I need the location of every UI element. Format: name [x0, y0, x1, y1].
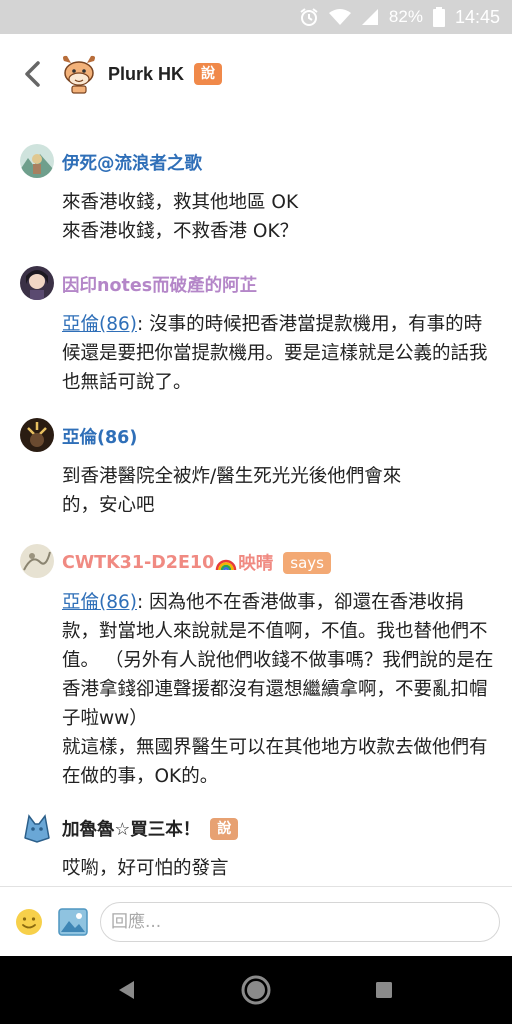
status-bar: 82% 14:45 [0, 0, 512, 34]
response-text: 哎喲，好可怕的發言 [62, 854, 498, 883]
system-nav-bar [0, 956, 512, 1024]
avatar[interactable] [20, 266, 54, 300]
qualifier-badge: 說 [194, 63, 223, 85]
avatar[interactable] [20, 144, 54, 178]
avatar[interactable] [20, 544, 54, 578]
mention-link[interactable]: 亞倫(86) [62, 592, 137, 613]
smiley-icon [16, 909, 42, 935]
clock: 14:45 [454, 6, 500, 27]
avatar[interactable] [20, 810, 54, 844]
responder-name[interactable]: 因印notes而破產的阿芷 [62, 272, 257, 297]
responder-name[interactable]: CWTK31-D2E10 映晴 says [62, 550, 331, 575]
battery-icon [432, 7, 445, 27]
response-line: 來香港收錢，不救香港 OK？ [62, 221, 299, 242]
responder-name[interactable]: 伊死@流浪者之歌 [62, 150, 202, 175]
plurk-logo-icon [58, 53, 100, 95]
responder-name[interactable]: 亞倫(86) [62, 424, 137, 449]
emoji-button[interactable] [14, 907, 44, 937]
response-text: 亞倫(86): 因為他不在香港做事，卻還在香港收捐款，對當地人來說就是不值啊，不… [62, 588, 498, 791]
response-text: 到香港醫院全被炸/醫生死光光後他們會來 的，安心吧 [62, 462, 498, 520]
home-circle-icon[interactable] [240, 974, 272, 1006]
wifi-icon [328, 8, 351, 26]
app-header: Plurk HK 說 [0, 34, 512, 114]
qualifier-badge: 說 [210, 817, 239, 840]
response-line: 就這樣，無國界醫生可以在其他地方收款去做他們有在做的事，OK的。 [62, 737, 488, 787]
battery-percent: 82% [388, 7, 423, 26]
responder-name-text: 加魯魯☆買三本！ [62, 820, 201, 840]
reply-input[interactable] [100, 902, 500, 942]
response-line: 哎喲，好可怕的發言 [62, 858, 229, 879]
rainbow-icon [215, 554, 237, 572]
response-line: 的，安心吧 [62, 495, 155, 516]
back-triangle-icon[interactable] [110, 974, 142, 1006]
responder-name-text: CWTK31-D2E10 [62, 552, 215, 573]
response-line: 來香港收錢，救其他地區 OK [62, 192, 299, 213]
responder-name[interactable]: 加魯魯☆買三本！ 說 [62, 816, 239, 841]
avatar[interactable] [20, 418, 54, 452]
signal-icon [361, 8, 379, 26]
alarm-icon [299, 7, 319, 27]
responder-name-suffix: 映晴 [238, 554, 274, 574]
mention-link[interactable]: 亞倫(86) [62, 314, 137, 335]
reply-bar [0, 886, 512, 957]
recents-square-icon[interactable] [368, 974, 400, 1006]
response-line: 到香港醫院全被炸/醫生死光光後他們會來 [62, 466, 402, 487]
image-upload-button[interactable] [58, 908, 88, 936]
page-title: Plurk HK [108, 63, 185, 84]
response-text: 亞倫(86): 沒事的時候把香港當提款機用，有事的時候還是要把你當提款機用。要是… [62, 310, 498, 397]
qualifier-badge: says [283, 551, 331, 574]
response-text: 來香港收錢，救其他地區 OK 來香港收錢，不救香港 OK？ [62, 188, 498, 246]
image-icon [58, 908, 88, 936]
chevron-left-icon [25, 61, 40, 87]
back-button[interactable] [12, 54, 52, 94]
